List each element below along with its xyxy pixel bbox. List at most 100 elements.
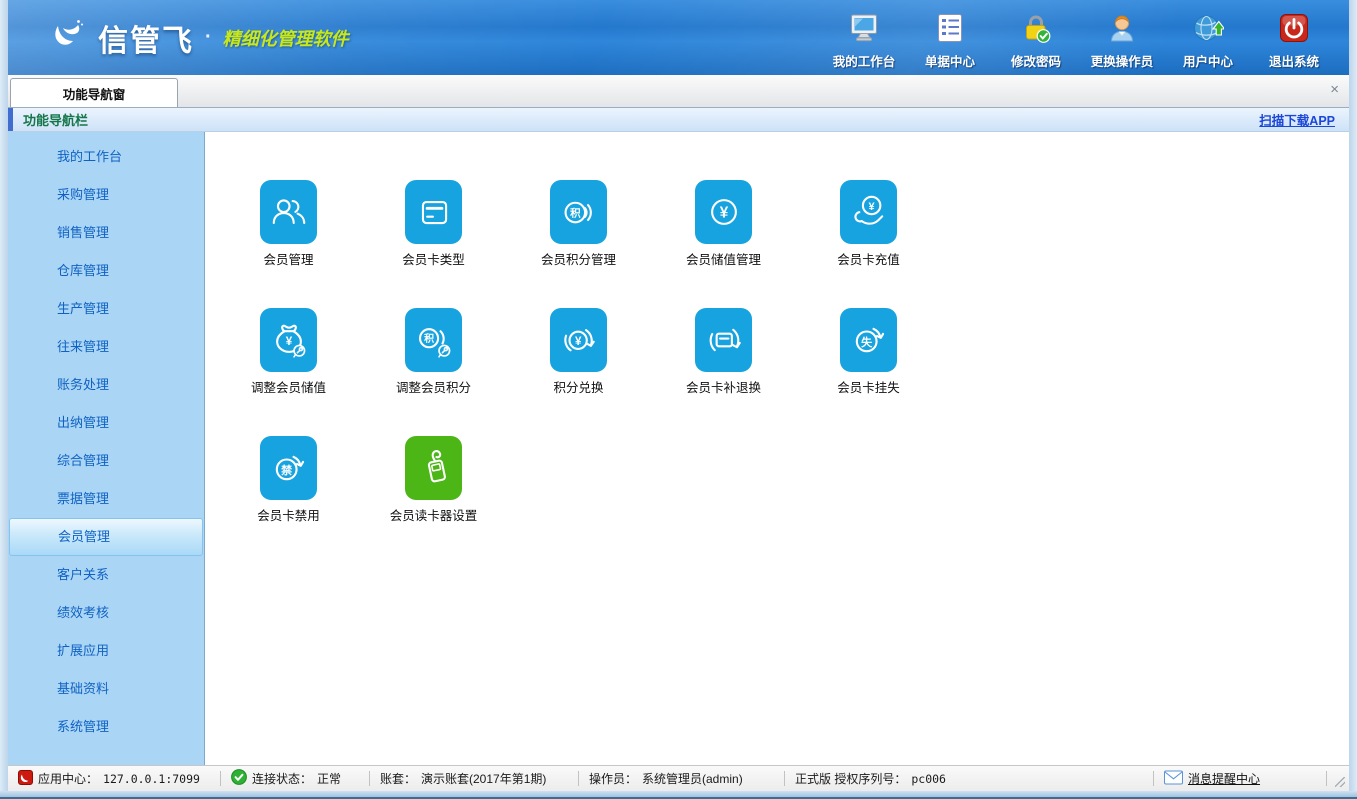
card-disable-icon: 禁 bbox=[260, 436, 317, 500]
body-row: 我的工作台 采购管理 销售管理 仓库管理 生产管理 往来管理 账务处理 出纳管理… bbox=[8, 132, 1349, 765]
app-member-management[interactable]: 会员管理 bbox=[216, 180, 361, 268]
status-account-set: 账套： 演示账套(2017年第1期) bbox=[370, 766, 578, 791]
message-center-link[interactable]: 消息提醒中心 bbox=[1188, 770, 1260, 787]
app-member-card-recharge[interactable]: ¥ 会员卡充值 bbox=[796, 180, 941, 268]
app-card-loss[interactable]: 失 会员卡挂失 bbox=[796, 308, 941, 396]
tab-strip: 功能导航窗 × bbox=[8, 75, 1349, 108]
status-connection: 连接状态： 正常 bbox=[221, 766, 369, 791]
main-panel: 会员管理 会员卡类型 bbox=[205, 132, 1349, 765]
toolbar-change-password-button[interactable]: 修改密码 bbox=[993, 12, 1079, 70]
sidebar-item-warehouse[interactable]: 仓库管理 bbox=[8, 252, 204, 290]
sidebar-item-system[interactable]: 系统管理 bbox=[8, 708, 204, 746]
toolbar-label: 单据中心 bbox=[925, 51, 975, 70]
status-value: pc006 bbox=[911, 772, 946, 786]
document-center-icon bbox=[934, 12, 966, 49]
app-label: 会员卡充值 bbox=[837, 249, 900, 268]
app-member-card-type[interactable]: 会员卡类型 bbox=[361, 180, 506, 268]
app-label: 调整会员积分 bbox=[396, 377, 471, 396]
app-label: 会员管理 bbox=[263, 249, 313, 268]
brand-separator: · bbox=[205, 26, 212, 49]
points-icon: 积 bbox=[550, 180, 607, 244]
card-loss-icon: 失 bbox=[840, 308, 897, 372]
sidebar-item-my-workspace[interactable]: 我的工作台 bbox=[8, 138, 204, 176]
window-frame-right bbox=[1349, 0, 1357, 799]
window-frame-bottom bbox=[0, 791, 1357, 799]
sidebar-item-comprehensive[interactable]: 综合管理 bbox=[8, 442, 204, 480]
window-frame-left bbox=[0, 0, 8, 799]
app-points-exchange[interactable]: ¥ 积分兑换 bbox=[506, 308, 651, 396]
sidebar-item-members[interactable]: 会员管理 bbox=[9, 518, 203, 556]
stored-value-icon: ¥ bbox=[695, 180, 752, 244]
svg-text:积: 积 bbox=[570, 207, 581, 220]
app-label: 会员储值管理 bbox=[686, 249, 761, 268]
sidebar-item-performance[interactable]: 绩效考核 bbox=[8, 594, 204, 632]
nav-header-bar: 功能导航栏 扫描下载APP bbox=[8, 108, 1349, 132]
brand-logo-icon bbox=[48, 15, 88, 60]
sidebar-item-sales[interactable]: 销售管理 bbox=[8, 214, 204, 252]
app-card-replace[interactable]: 会员卡补退换 bbox=[651, 308, 796, 396]
grip-dots-icon bbox=[1335, 777, 1345, 787]
svg-text:失: 失 bbox=[861, 335, 873, 349]
mail-icon bbox=[1164, 770, 1183, 788]
grid-row-2: ¥ 调整会员储值 bbox=[216, 308, 1349, 396]
card-reader-icon bbox=[405, 436, 462, 500]
sidebar-item-contacts[interactable]: 往来管理 bbox=[8, 328, 204, 366]
sidebar: 我的工作台 采购管理 销售管理 仓库管理 生产管理 往来管理 账务处理 出纳管理… bbox=[8, 132, 205, 765]
sidebar-item-purchase[interactable]: 采购管理 bbox=[8, 176, 204, 214]
exit-system-icon bbox=[1278, 12, 1310, 49]
resize-grip[interactable] bbox=[1327, 766, 1349, 791]
members-icon bbox=[260, 180, 317, 244]
app-adjust-stored-value[interactable]: ¥ 调整会员储值 bbox=[216, 308, 361, 396]
svg-text:¥: ¥ bbox=[719, 205, 728, 222]
status-value: 系统管理员(admin) bbox=[642, 770, 743, 787]
sidebar-item-customer-rel[interactable]: 客户关系 bbox=[8, 556, 204, 594]
sidebar-item-base-data[interactable]: 基础资料 bbox=[8, 670, 204, 708]
app-label: 会员卡补退换 bbox=[686, 377, 761, 396]
svg-text:禁: 禁 bbox=[281, 463, 292, 477]
close-icon[interactable]: × bbox=[1330, 82, 1339, 97]
app-member-stored-value[interactable]: ¥ 会员储值管理 bbox=[651, 180, 796, 268]
sidebar-item-extensions[interactable]: 扩展应用 bbox=[8, 632, 204, 670]
card-recharge-icon: ¥ bbox=[840, 180, 897, 244]
sidebar-item-production[interactable]: 生产管理 bbox=[8, 290, 204, 328]
header-toolbar: 我的工作台 单据中心 bbox=[821, 0, 1349, 75]
brand: 信管飞 · 精细化管理软件 bbox=[48, 0, 349, 75]
status-value: 演示账套(2017年第1期) bbox=[421, 770, 546, 787]
svg-text:¥: ¥ bbox=[868, 201, 875, 213]
app-card-disable[interactable]: 禁 会员卡禁用 bbox=[216, 436, 361, 524]
status-label: 连接状态： bbox=[252, 770, 312, 787]
grid-row-1: 会员管理 会员卡类型 bbox=[216, 180, 1349, 268]
card-replace-icon bbox=[695, 308, 752, 372]
sidebar-item-cashier[interactable]: 出纳管理 bbox=[8, 404, 204, 442]
svg-text:积: 积 bbox=[424, 332, 434, 345]
toolbar-document-center-button[interactable]: 单据中心 bbox=[907, 12, 993, 70]
status-value: 正常 bbox=[317, 770, 341, 787]
app-member-points[interactable]: 积 会员积分管理 bbox=[506, 180, 651, 268]
toolbar-user-center-button[interactable]: 用户中心 bbox=[1165, 12, 1251, 70]
user-center-icon bbox=[1192, 12, 1224, 49]
app-window: 信管飞 · 精细化管理软件 我的工作台 bbox=[0, 0, 1357, 799]
status-label: 账套： bbox=[380, 770, 416, 787]
scan-download-app-link[interactable]: 扫描下载APP bbox=[1259, 110, 1335, 129]
page-title: 功能导航栏 bbox=[23, 110, 88, 129]
grid-row-3: 禁 会员卡禁用 bbox=[216, 436, 1349, 524]
status-message-center: 消息提醒中心 bbox=[1154, 766, 1326, 791]
status-operator: 操作员： 系统管理员(admin) bbox=[579, 766, 784, 791]
toolbar-label: 修改密码 bbox=[1011, 51, 1061, 70]
sidebar-item-accounting[interactable]: 账务处理 bbox=[8, 366, 204, 404]
points-exchange-icon: ¥ bbox=[550, 308, 607, 372]
toolbar-switch-operator-button[interactable]: 更换操作员 bbox=[1079, 12, 1165, 70]
window-content: 信管飞 · 精细化管理软件 我的工作台 bbox=[8, 0, 1349, 791]
toolbar-my-workspace-button[interactable]: 我的工作台 bbox=[821, 12, 907, 70]
app-card-reader-settings[interactable]: 会员读卡器设置 bbox=[361, 436, 506, 524]
status-value: 127.0.0.1:7099 bbox=[103, 772, 200, 786]
app-adjust-points[interactable]: 积 调整会员积分 bbox=[361, 308, 506, 396]
status-app-center: 应用中心： 127.0.0.1:7099 bbox=[8, 766, 220, 791]
sidebar-item-bills[interactable]: 票据管理 bbox=[8, 480, 204, 518]
app-label: 积分兑换 bbox=[553, 377, 603, 396]
adjust-points-icon: 积 bbox=[405, 308, 462, 372]
brand-tagline: 精细化管理软件 bbox=[223, 25, 349, 51]
app-label: 会员卡类型 bbox=[402, 249, 465, 268]
tab-function-navigation[interactable]: 功能导航窗 bbox=[10, 78, 178, 107]
toolbar-exit-system-button[interactable]: 退出系统 bbox=[1251, 12, 1337, 70]
